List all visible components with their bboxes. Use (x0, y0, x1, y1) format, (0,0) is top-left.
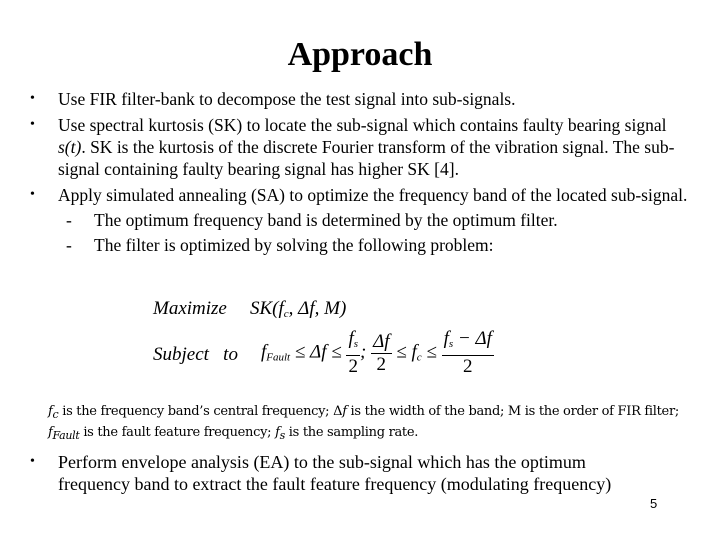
bullet-text: Apply simulated annealing (SA) to optimi… (58, 185, 688, 205)
sub-item-text: The filter is optimized by solving the f… (94, 235, 494, 255)
bullet-text: Perform envelope analysis (EA) to the su… (58, 451, 708, 495)
bullet-icon: • (30, 187, 35, 202)
bullet-text-line: Use spectral kurtosis (SK) to locate the… (58, 115, 667, 135)
optimization-formula: Maximize SK(fc, Δf, M) Subject to fFault… (153, 296, 553, 386)
maximize-label: Maximize (153, 298, 227, 319)
constraint-expression: fFault ≤ Δf ≤ fs 2; Δf 2 ≤ fc ≤ fs − Δf 2 (261, 328, 494, 377)
note-line: fFault is the fault feature frequency; f… (48, 425, 419, 442)
bullet-text-line: signal containing faulty bearing signal … (58, 159, 459, 179)
bullet-icon: • (30, 117, 35, 132)
maximize-expression: SK(fc, Δf, M) (250, 298, 347, 320)
subject-to-label: Subject to (153, 344, 238, 365)
bullet-text-line: Perform envelope analysis (EA) to the su… (58, 452, 586, 472)
page-number: 5 (650, 496, 658, 511)
sub-item-text: The optimum frequency band is determined… (94, 210, 558, 230)
bullet-text: Use spectral kurtosis (SK) to locate the… (58, 114, 718, 180)
variable-definitions: fc is the frequency band’s central frequ… (48, 403, 718, 445)
bullet-icon: • (30, 454, 35, 469)
dash-icon: - (66, 210, 72, 230)
note-line: fc is the frequency band’s central frequ… (48, 404, 679, 421)
slide-title: Approach (287, 36, 433, 73)
dash-icon: - (66, 235, 72, 255)
bullet-text-line: . SK is the kurtosis of the discrete Fou… (81, 137, 675, 157)
bullet-icon: • (30, 91, 35, 106)
signal-symbol: s(t) (58, 137, 82, 157)
bullet-text: Use FIR filter-bank to decompose the tes… (58, 89, 516, 109)
bullet-text-line: frequency band to extract the fault feat… (58, 474, 612, 494)
